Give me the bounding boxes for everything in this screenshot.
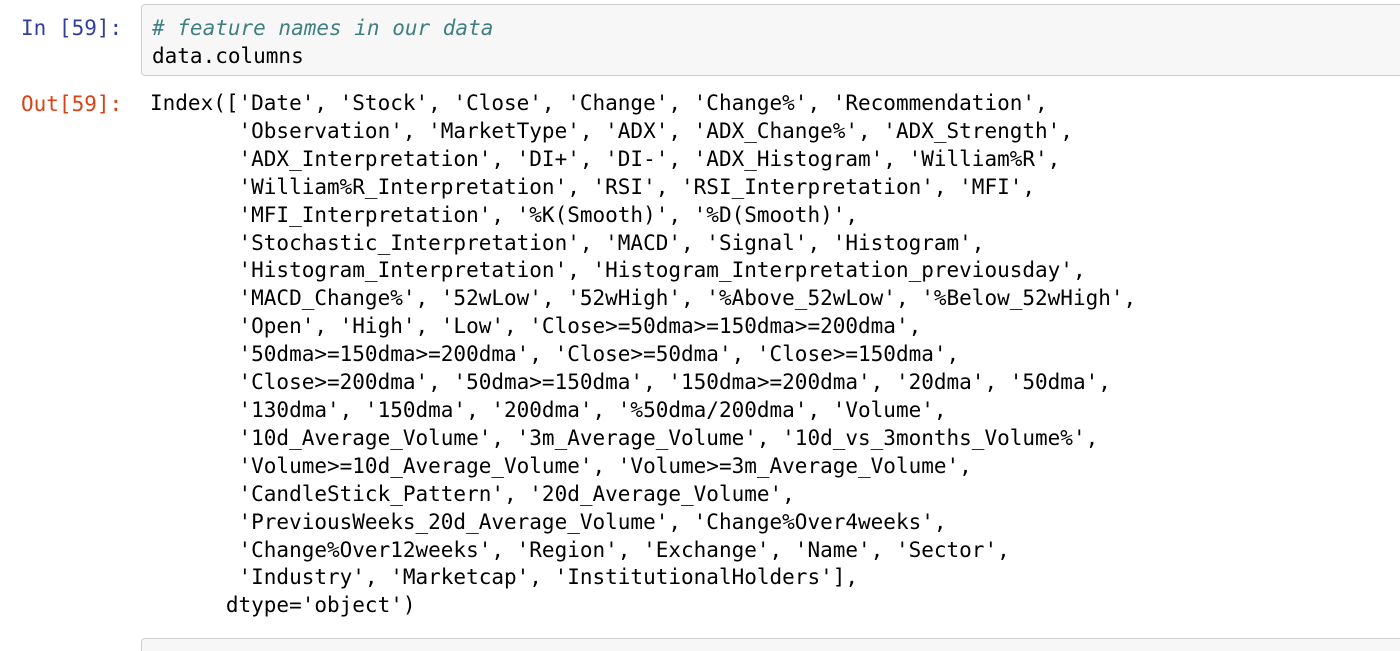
output-text: Index(['Date', 'Stock', 'Close', 'Change… [150,91,1137,618]
code-comment: # feature names in our data [152,16,494,40]
input-prompt: In [59]: [21,16,123,40]
next-code-input-area[interactable] [141,638,1400,651]
code-line: data.columns [152,44,304,68]
code-input-area[interactable]: # feature names in our data data.columns [141,4,1400,76]
output-prompt: Out[59]: [21,92,123,116]
